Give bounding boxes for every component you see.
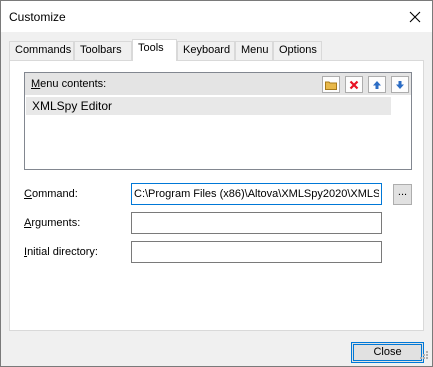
tab-label: Keyboard — [183, 44, 231, 56]
initial-directory-label: Initial directory: — [24, 246, 98, 258]
menu-contents-header: Menu contents: — [25, 73, 411, 95]
tab-toolbars[interactable]: Toolbars — [74, 41, 132, 60]
close-button-label: Close — [373, 346, 402, 358]
list-item[interactable]: XMLSpy Editor — [26, 97, 391, 115]
browse-button[interactable]: ... — [393, 184, 412, 205]
arguments-input[interactable] — [132, 213, 381, 233]
close-icon[interactable] — [399, 1, 431, 32]
tab-menu[interactable]: Menu — [235, 41, 273, 60]
arrow-down-icon[interactable] — [391, 76, 409, 93]
tab-label: Menu — [241, 44, 269, 56]
new-folder-icon[interactable] — [322, 76, 340, 93]
tab-commands[interactable]: Commands — [9, 41, 74, 60]
initial-directory-field[interactable] — [131, 241, 382, 263]
menu-contents-list[interactable]: XMLSpy Editor — [25, 96, 411, 169]
close-button[interactable]: Close — [351, 342, 424, 363]
tab-label: Commands — [15, 44, 72, 56]
customize-dialog: Customize Commands Toolbars Tools Keyboa… — [0, 0, 433, 367]
arguments-label: Arguments: — [24, 217, 81, 229]
command-field[interactable] — [131, 183, 382, 205]
tab-label: Tools — [138, 42, 164, 54]
tab-label: Toolbars — [80, 44, 122, 56]
initial-directory-input[interactable] — [132, 242, 381, 262]
tab-options[interactable]: Options — [273, 41, 322, 60]
command-label: Command: — [24, 188, 78, 200]
title-bar: Customize — [1, 1, 432, 32]
arrow-up-icon[interactable] — [368, 76, 386, 93]
menu-contents-group: Menu contents: XMLSpy Editor — [24, 72, 412, 170]
delete-icon[interactable] — [345, 76, 363, 93]
command-input[interactable] — [132, 184, 381, 204]
menu-contents-label: Menu contents: — [31, 78, 107, 90]
tab-tools[interactable]: Tools — [132, 39, 177, 61]
resize-grip-icon[interactable] — [419, 350, 429, 363]
window-title: Customize — [9, 10, 66, 24]
arguments-field[interactable] — [131, 212, 382, 234]
tab-keyboard[interactable]: Keyboard — [177, 41, 235, 60]
tab-label: Options — [279, 44, 317, 56]
